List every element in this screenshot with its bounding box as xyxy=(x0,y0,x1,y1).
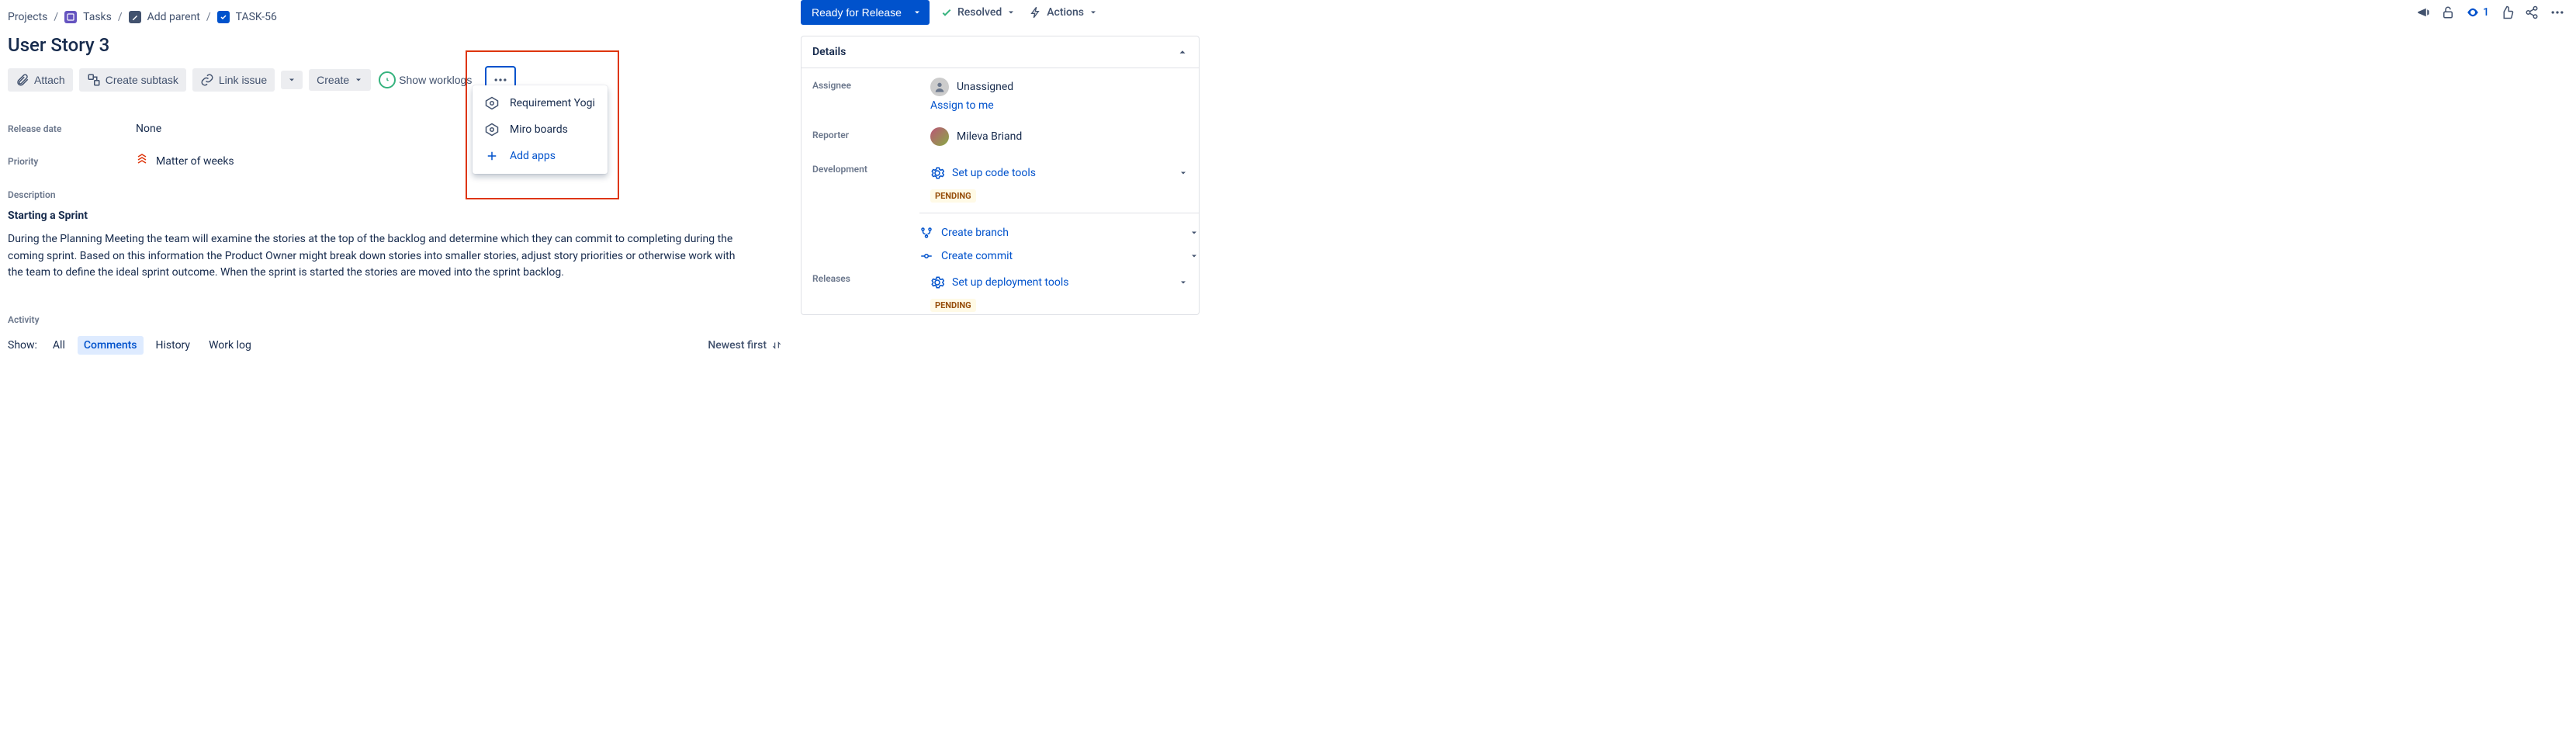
show-worklogs-button[interactable]: Show worklogs xyxy=(377,67,480,93)
assignee-label: Assignee xyxy=(812,78,930,91)
chevron-down-icon xyxy=(1179,168,1188,178)
commit-icon xyxy=(919,249,933,263)
breadcrumb-sep: / xyxy=(54,11,58,23)
activity-label: Activity xyxy=(8,314,782,325)
attach-button[interactable]: Attach xyxy=(8,68,73,92)
tab-worklog[interactable]: Work log xyxy=(203,336,258,355)
edit-icon xyxy=(129,11,141,23)
breadcrumb: Projects / Tasks / Add parent / TASK-56 xyxy=(8,8,782,31)
breadcrumb-sep: / xyxy=(118,11,123,23)
lock-open-icon[interactable] xyxy=(2441,5,2455,19)
actions-dropdown[interactable]: Actions xyxy=(1027,2,1101,23)
create-branch-link[interactable]: Create branch xyxy=(919,221,1199,244)
priority-icon xyxy=(136,154,148,169)
details-panel: Details Assignee Unassigned Assign to me xyxy=(801,36,1200,315)
tab-history[interactable]: History xyxy=(150,336,197,355)
share-icon[interactable] xyxy=(2525,5,2539,19)
feedback-icon[interactable] xyxy=(2416,5,2430,19)
sort-icon xyxy=(771,340,782,351)
issue-title[interactable]: User Story 3 xyxy=(8,31,782,67)
like-icon[interactable] xyxy=(2500,5,2514,19)
sort-button[interactable]: Newest first xyxy=(708,339,782,352)
gear-icon xyxy=(930,166,944,180)
setup-code-tools-link[interactable]: Set up code tools xyxy=(930,161,1188,185)
priority-value[interactable]: Matter of weeks xyxy=(156,155,234,168)
details-toggle[interactable]: Details xyxy=(802,36,1199,68)
menu-item-miro-boards[interactable]: Miro boards xyxy=(473,116,608,143)
create-subtask-button[interactable]: Create subtask xyxy=(79,68,186,92)
setup-deployment-tools-link[interactable]: Set up deployment tools xyxy=(930,271,1188,294)
breadcrumb-sep: / xyxy=(206,11,211,23)
pending-badge: PENDING xyxy=(930,299,976,312)
watch-count: 1 xyxy=(2483,6,2489,19)
gear-icon xyxy=(930,275,944,289)
description-text: During the Planning Meeting the team wil… xyxy=(8,231,745,282)
breadcrumb-add-parent[interactable]: Add parent xyxy=(147,11,200,23)
description-heading: Starting a Sprint xyxy=(8,210,782,222)
link-issue-button[interactable]: Link issue xyxy=(192,68,275,92)
breadcrumb-issue-key[interactable]: TASK-56 xyxy=(236,11,277,23)
branch-icon xyxy=(919,226,933,240)
action-toolbar: Attach Create subtask Link issue Create xyxy=(8,67,782,93)
chevron-down-icon xyxy=(912,8,922,17)
release-date-value[interactable]: None xyxy=(136,123,161,135)
priority-label: Priority xyxy=(8,156,136,167)
breadcrumb-tasks[interactable]: Tasks xyxy=(83,11,112,23)
status-button[interactable]: Ready for Release xyxy=(801,0,930,25)
lightning-icon xyxy=(1030,6,1042,19)
create-button[interactable]: Create xyxy=(309,69,371,91)
release-date-label: Release date xyxy=(8,123,136,134)
assignee-value[interactable]: Unassigned xyxy=(930,78,1188,96)
clock-icon xyxy=(379,71,396,88)
menu-item-add-apps[interactable]: Add apps xyxy=(473,143,608,169)
reporter-label: Reporter xyxy=(812,127,930,140)
project-icon xyxy=(64,11,77,23)
description-label: Description xyxy=(8,189,782,200)
avatar-icon xyxy=(930,127,949,146)
more-horizontal-icon[interactable] xyxy=(2550,5,2565,20)
link-issue-dropdown[interactable] xyxy=(281,71,303,89)
menu-item-requirement-yogi[interactable]: Requirement Yogi xyxy=(473,90,608,116)
development-label: Development xyxy=(812,161,930,175)
tab-comments[interactable]: Comments xyxy=(78,336,144,355)
top-toolbar: 1 xyxy=(2416,5,2565,20)
reporter-value[interactable]: Mileva Briand xyxy=(930,127,1188,146)
chevron-down-icon xyxy=(1006,8,1016,17)
chevron-down-icon xyxy=(1179,278,1188,287)
assign-to-me-link[interactable]: Assign to me xyxy=(930,99,994,112)
more-actions-menu: Requirement Yogi Miro boards Add apps xyxy=(473,85,608,174)
chevron-up-icon xyxy=(1177,47,1188,57)
task-icon xyxy=(217,11,230,23)
activity-show-label: Show: xyxy=(8,339,37,352)
chevron-down-icon xyxy=(1189,251,1199,261)
description-body[interactable]: Starting a Sprint During the Planning Me… xyxy=(8,210,782,282)
resolution-dropdown[interactable]: Resolved xyxy=(937,2,1019,23)
pending-badge: PENDING xyxy=(930,189,976,203)
tab-all[interactable]: All xyxy=(47,336,71,355)
watch-button[interactable]: 1 xyxy=(2466,5,2489,19)
breadcrumb-projects[interactable]: Projects xyxy=(8,11,47,23)
chevron-down-icon xyxy=(1189,228,1199,237)
create-commit-link[interactable]: Create commit xyxy=(919,244,1199,268)
avatar-icon xyxy=(930,78,949,96)
check-icon xyxy=(940,6,953,19)
releases-label: Releases xyxy=(812,271,930,284)
chevron-down-icon xyxy=(1089,8,1098,17)
